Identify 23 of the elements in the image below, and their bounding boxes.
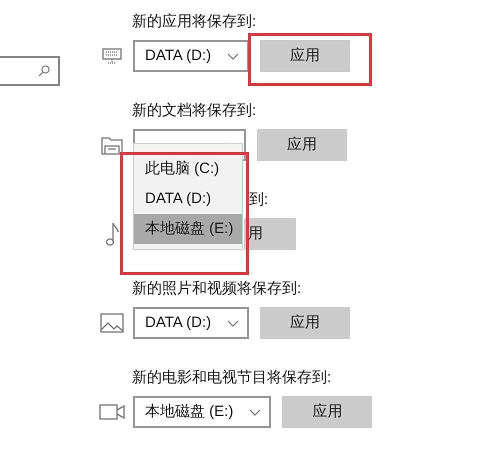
apply-button[interactable]: 应用	[257, 129, 347, 161]
dropdown-option[interactable]: DATA (D:)	[134, 184, 242, 214]
section-label: 新的照片和视频将保存到:	[132, 278, 302, 299]
dropdown-option[interactable]: 本地磁盘 (E:)	[134, 214, 242, 244]
apply-button[interactable]: 应用	[260, 307, 350, 339]
video-camera-icon	[98, 404, 124, 420]
dropdown-option[interactable]: 此电脑 (C:)	[134, 154, 242, 184]
section-label: 新的应用将保存到:	[132, 12, 256, 32]
search-icon	[38, 65, 50, 77]
keyboard-monitor-icon	[102, 48, 122, 64]
section-label: 到:	[249, 190, 268, 210]
drive-select[interactable]: 本地磁盘 (E:)	[133, 396, 272, 428]
music-note-icon	[104, 221, 118, 247]
drive-select[interactable]: DATA (D:)	[133, 40, 250, 72]
apply-button[interactable]: 用	[244, 218, 296, 250]
drive-select[interactable]: DATA (D:)	[133, 307, 250, 339]
apply-button[interactable]: 应用	[282, 396, 372, 428]
search-field[interactable]	[0, 56, 60, 86]
image-icon	[100, 313, 124, 333]
section-label: 新的文档将保存到:	[132, 100, 256, 121]
apply-button[interactable]: 应用	[260, 40, 350, 72]
folder-icon	[100, 135, 122, 155]
section-label: 新的电影和电视节目将保存到:	[132, 368, 332, 388]
